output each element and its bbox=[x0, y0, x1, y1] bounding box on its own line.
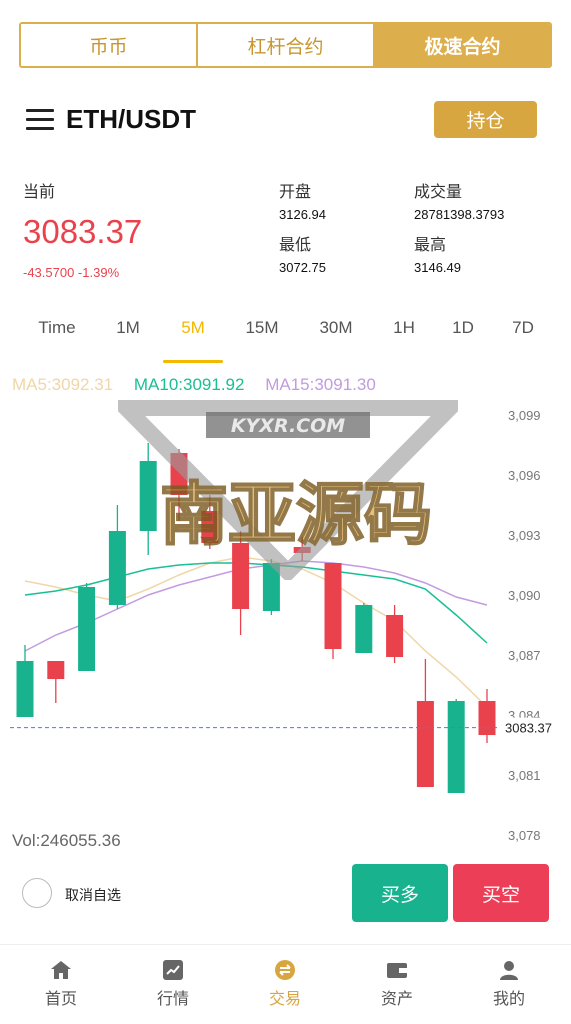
positions-button[interactable]: 持仓 bbox=[434, 101, 537, 138]
home-icon bbox=[51, 961, 71, 979]
tab-leverage-contract[interactable]: 杠杆合约 bbox=[198, 24, 375, 66]
high-label: 最高 bbox=[414, 237, 447, 254]
volume-label: 成交量 bbox=[414, 184, 463, 201]
volume-value: 28781398.3793 bbox=[414, 207, 505, 222]
open-value: 3126.94 bbox=[279, 207, 326, 222]
candle-body bbox=[16, 661, 34, 717]
interval-7d[interactable]: 7D bbox=[512, 318, 534, 338]
interval-1m[interactable]: 1M bbox=[116, 318, 140, 338]
price-change: -43.5700 -1.39% bbox=[23, 265, 120, 280]
candle-body bbox=[170, 453, 188, 495]
ma5-label: MA5:3092.31 bbox=[12, 375, 114, 394]
candle-body bbox=[108, 531, 126, 605]
y-tick-label: 3,096 bbox=[508, 468, 541, 483]
ma-legend: MA5:3092.31 MA10:3091.92 MA15:3091.30 bbox=[12, 375, 392, 395]
open-label: 开盘 bbox=[279, 184, 312, 201]
ma15-label: MA15:3091.30 bbox=[265, 375, 376, 394]
interval-5m[interactable]: 5M bbox=[181, 318, 205, 338]
watchlist-checkbox[interactable] bbox=[22, 878, 52, 908]
trade-type-tabs: 币币 杠杆合约 极速合约 bbox=[19, 22, 552, 68]
interval-15m[interactable]: 15M bbox=[245, 318, 278, 338]
candle-body bbox=[232, 543, 250, 609]
current-price: 3083.37 bbox=[23, 213, 143, 250]
volume-indicator: Vol:246055.36 bbox=[12, 831, 121, 850]
swap-icon bbox=[275, 960, 295, 980]
interval-1d[interactable]: 1D bbox=[452, 318, 474, 338]
active-interval-indicator bbox=[163, 360, 223, 363]
interval-tabs: Time 1M 5M 15M 30M 1H 1D 7D bbox=[0, 318, 571, 348]
trading-pair[interactable]: ETH/USDT bbox=[66, 104, 196, 135]
candle-body bbox=[47, 661, 65, 679]
candle-body bbox=[139, 461, 157, 531]
current-label: 当前 bbox=[23, 184, 56, 201]
high-value: 3146.49 bbox=[414, 260, 461, 275]
ma10-label: MA10:3091.92 bbox=[133, 375, 245, 394]
y-tick-label: 3,081 bbox=[508, 768, 541, 783]
nav-assets-label: 资产 bbox=[380, 991, 413, 1008]
buy-short-button[interactable]: 买空 bbox=[453, 864, 549, 922]
wallet-icon bbox=[387, 963, 407, 978]
y-tick-label: 3,087 bbox=[508, 648, 541, 663]
candle-body bbox=[447, 701, 465, 793]
y-tick-label: 3,090 bbox=[508, 588, 541, 603]
candle-body bbox=[324, 563, 342, 649]
cancel-watch-label[interactable]: 取消自选 bbox=[65, 885, 121, 905]
candle-body bbox=[262, 563, 280, 611]
candle-body bbox=[478, 701, 496, 735]
interval-1h[interactable]: 1H bbox=[393, 318, 415, 338]
candle-body bbox=[78, 587, 96, 671]
candle-body bbox=[386, 615, 404, 657]
chart-icon bbox=[163, 960, 183, 980]
interval-time[interactable]: Time bbox=[38, 318, 75, 338]
nav-home-label: 首页 bbox=[44, 991, 77, 1008]
nav-assets[interactable]: 资产 bbox=[352, 959, 442, 1009]
low-value: 3072.75 bbox=[279, 260, 326, 275]
nav-mine[interactable]: 我的 bbox=[464, 959, 554, 1009]
nav-trade[interactable]: 交易 bbox=[240, 959, 330, 1009]
candle-body bbox=[355, 605, 373, 653]
nav-trade-label: 交易 bbox=[268, 991, 301, 1008]
user-icon bbox=[500, 961, 518, 980]
nav-market[interactable]: 行情 bbox=[128, 959, 218, 1009]
current-price-label: 3083.37 bbox=[505, 721, 552, 736]
y-tick-label: 3,093 bbox=[508, 528, 541, 543]
y-tick-label: 3,099 bbox=[508, 408, 541, 423]
nav-mine-label: 我的 bbox=[492, 991, 525, 1008]
interval-30m[interactable]: 30M bbox=[319, 318, 352, 338]
candle-body bbox=[416, 701, 434, 787]
bottom-nav: 首页 行情 交易 资产 我的 bbox=[0, 944, 571, 1024]
y-tick-label: 3,078 bbox=[508, 828, 541, 843]
candle-body bbox=[293, 547, 311, 553]
buy-long-button[interactable]: 买多 bbox=[352, 864, 448, 922]
menu-icon[interactable] bbox=[26, 109, 54, 131]
low-label: 最低 bbox=[279, 237, 312, 254]
tab-spot[interactable]: 币币 bbox=[21, 24, 198, 66]
nav-market-label: 行情 bbox=[156, 991, 189, 1008]
candle-body bbox=[201, 511, 219, 543]
nav-home[interactable]: 首页 bbox=[16, 959, 106, 1009]
candlestick-chart[interactable]: 3,0993,0963,0933,0903,0873,0843,0813,078… bbox=[0, 366, 571, 856]
tab-fast-contract[interactable]: 极速合约 bbox=[375, 24, 550, 66]
